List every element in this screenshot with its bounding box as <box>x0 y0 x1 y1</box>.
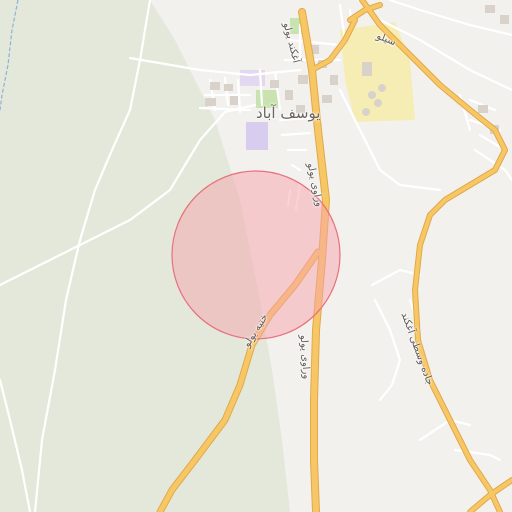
school-area <box>246 122 268 150</box>
town-label: یوسف آباد <box>256 104 321 122</box>
road-label-main-south: وراوی یولو <box>297 334 312 380</box>
map-view[interactable]: یوسف آباد وراوی یولو وراوی یولو ختیه یول… <box>0 0 512 512</box>
map-canvas <box>0 0 512 512</box>
